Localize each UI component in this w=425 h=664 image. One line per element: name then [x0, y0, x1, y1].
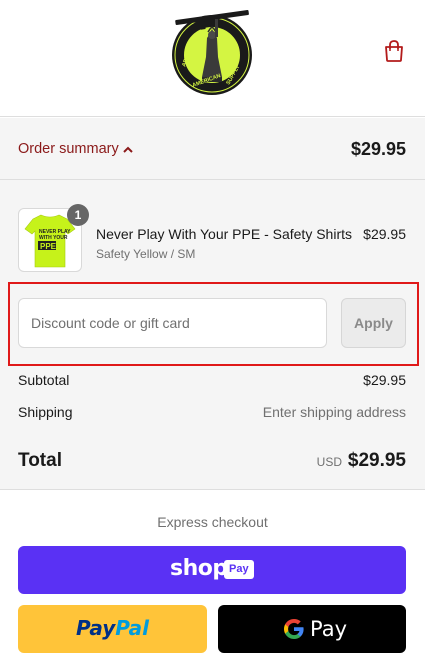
- quantity-badge: 1: [67, 204, 89, 226]
- paypal-text-pal: Pal: [115, 616, 150, 640]
- paypal-button[interactable]: PayPal: [18, 605, 207, 653]
- shirt-text-line2: WITH YOUR: [39, 235, 68, 241]
- shipping-label: Shipping: [18, 404, 73, 420]
- apply-discount-button[interactable]: Apply: [341, 298, 406, 348]
- order-summary-toggle[interactable]: Order summary $29.95: [0, 118, 425, 180]
- shopping-bag-icon[interactable]: [383, 39, 405, 63]
- subtotal-value: $29.95: [363, 372, 406, 388]
- shop-pay-badge: Pay: [224, 560, 254, 579]
- item-price: $29.95: [363, 226, 406, 242]
- order-summary-total: $29.95: [350, 139, 406, 159]
- subtotal-label: Subtotal: [18, 372, 70, 388]
- currency-code: USD: [316, 455, 342, 469]
- total-label: Total: [18, 450, 62, 471]
- item-variant: Safety Yellow / SM: [96, 247, 196, 261]
- google-pay-button[interactable]: Pay: [218, 605, 406, 653]
- paypal-logo: PayPal: [18, 616, 207, 640]
- express-checkout-label: Express checkout: [157, 514, 268, 530]
- shipping-value: Enter shipping address: [262, 404, 406, 420]
- order-summary-label: Order summary: [18, 141, 119, 157]
- discount-code-input[interactable]: [18, 298, 327, 348]
- armed-american-supply-logo[interactable]: ARMED AMERICAN SUPPLY: [169, 5, 255, 97]
- shop-logo: shop: [170, 556, 228, 581]
- shop-pay-button[interactable]: shop Pay: [18, 546, 406, 594]
- order-summary-section: Order summary $29.95 NEVER PLAY WITH YOU…: [0, 118, 425, 490]
- chevron-up-icon: [123, 146, 133, 153]
- google-g-icon: [284, 619, 304, 639]
- google-pay-text: Pay: [310, 617, 348, 641]
- shirt-text-ppe: PPE: [40, 242, 57, 251]
- header: ARMED AMERICAN SUPPLY: [0, 0, 425, 117]
- line-item: NEVER PLAY WITH YOUR PPE 1 Never Play Wi…: [0, 204, 425, 274]
- item-title: Never Play With Your PPE - Safety Shirts: [96, 226, 352, 242]
- paypal-text-pay: Pay: [75, 616, 116, 640]
- total-value: $29.95: [347, 450, 406, 471]
- total-row: Total USD $29.95: [18, 448, 406, 474]
